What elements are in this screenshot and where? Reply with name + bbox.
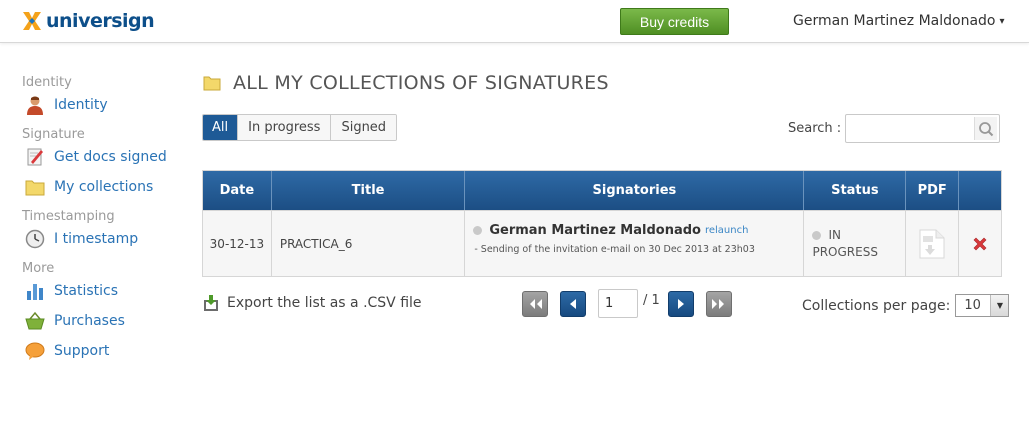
double-chevron-left-icon bbox=[530, 298, 542, 309]
cell-delete bbox=[959, 211, 1001, 276]
buy-credits-button[interactable]: Buy credits bbox=[620, 8, 729, 35]
basket-icon bbox=[24, 310, 46, 332]
user-name: German Martinez Maldonado bbox=[793, 13, 996, 29]
sidebar-item-support[interactable]: Support bbox=[22, 338, 192, 364]
sidebar-item-label: Support bbox=[54, 343, 110, 359]
cell-title[interactable]: PRACTICA_6 bbox=[272, 211, 466, 276]
chevron-down-icon: ▾ bbox=[999, 15, 1005, 27]
relaunch-link[interactable]: relaunch bbox=[705, 225, 748, 236]
user-icon bbox=[24, 94, 46, 116]
table-row[interactable]: 30-12-13 PRACTICA_6 German Martinez Mald… bbox=[203, 210, 1001, 276]
search-area: Search : bbox=[788, 114, 1001, 143]
chevron-down-icon: ▼ bbox=[990, 295, 1009, 316]
status-text-1: IN bbox=[828, 227, 841, 242]
signatory-name: German Martinez Maldonado bbox=[489, 223, 701, 238]
page-title: ALL MY COLLECTIONS OF SIGNATURES bbox=[203, 72, 609, 94]
col-status[interactable]: Status bbox=[804, 171, 907, 210]
sidebar-section-title: Timestamping bbox=[22, 209, 115, 224]
double-chevron-right-icon bbox=[711, 298, 724, 309]
sign-doc-icon bbox=[24, 146, 46, 168]
sidebar: Identity Identity Signature Get docs sig… bbox=[22, 74, 192, 372]
sidebar-item-label: Identity bbox=[54, 97, 108, 113]
logo-text: universign bbox=[46, 10, 155, 32]
filter-in-progress[interactable]: In progress bbox=[237, 115, 331, 140]
last-page-button[interactable] bbox=[705, 290, 732, 317]
signatory-line: German Martinez Maldonado relaunch bbox=[473, 223, 748, 238]
chevron-left-icon bbox=[570, 298, 576, 309]
col-actions bbox=[959, 171, 1001, 210]
collections-table: Date Title Signatories Status PDF 30-12-… bbox=[202, 170, 1002, 277]
status-dot-icon bbox=[812, 230, 822, 240]
sidebar-item-my-collections[interactable]: My collections bbox=[22, 174, 192, 200]
col-signatories: Signatories bbox=[465, 171, 805, 210]
status-dot-icon bbox=[473, 226, 483, 235]
cell-pdf bbox=[906, 211, 960, 276]
export-icon bbox=[204, 295, 218, 311]
pdf-download-icon[interactable] bbox=[918, 229, 946, 259]
cell-status: IN PROGRESS bbox=[804, 211, 907, 276]
sidebar-item-label: My collections bbox=[54, 179, 154, 195]
cell-date: 30-12-13 bbox=[203, 211, 272, 276]
sidebar-group-signature: Signature Get docs signed My collections bbox=[22, 126, 192, 200]
page-number-input[interactable]: 1 bbox=[598, 289, 638, 318]
per-page-value: 10 bbox=[964, 298, 981, 313]
search-label: Search : bbox=[788, 121, 842, 136]
sidebar-item-label: Statistics bbox=[54, 283, 118, 299]
col-date[interactable]: Date bbox=[203, 171, 272, 210]
table-header: Date Title Signatories Status PDF bbox=[203, 171, 1001, 210]
sidebar-item-label: Purchases bbox=[54, 313, 125, 329]
status-text-2: PROGRESS bbox=[812, 244, 878, 259]
chat-bubble-icon bbox=[24, 340, 46, 362]
sidebar-item-purchases[interactable]: Purchases bbox=[22, 308, 192, 334]
first-page-button[interactable] bbox=[522, 290, 548, 317]
folder-icon bbox=[203, 76, 221, 91]
col-title[interactable]: Title bbox=[272, 171, 466, 210]
filter-tabs: All In progress Signed bbox=[202, 114, 398, 141]
sidebar-item-label: I timestamp bbox=[54, 231, 139, 247]
invitation-note: - Sending of the invitation e-mail on 30… bbox=[474, 244, 755, 255]
sidebar-item-identity[interactable]: Identity bbox=[22, 92, 192, 118]
logo-mark-icon bbox=[23, 12, 41, 30]
sidebar-group-timestamping: Timestamping I timestamp bbox=[22, 208, 192, 252]
search-input[interactable] bbox=[845, 114, 1001, 143]
prev-page-button[interactable] bbox=[560, 290, 586, 317]
chevron-right-icon bbox=[677, 298, 684, 309]
search-icon bbox=[979, 121, 994, 136]
sidebar-section-title: More bbox=[22, 261, 55, 276]
sidebar-item-statistics[interactable]: Statistics bbox=[22, 278, 192, 304]
per-page-control: Collections per page: 10 ▼ bbox=[802, 294, 1010, 317]
page-title-text: ALL MY COLLECTIONS OF SIGNATURES bbox=[233, 72, 609, 94]
sidebar-section-title: Signature bbox=[22, 127, 85, 142]
page-total: / 1 bbox=[643, 293, 660, 308]
export-csv-link[interactable]: Export the list as a .CSV file bbox=[203, 294, 422, 312]
clock-icon bbox=[24, 228, 46, 250]
export-label: Export the list as a .CSV file bbox=[227, 295, 422, 311]
user-menu[interactable]: German Martinez Maldonado ▾ bbox=[793, 13, 1005, 29]
sidebar-item-i-timestamp[interactable]: I timestamp bbox=[22, 226, 192, 252]
search-button[interactable] bbox=[974, 117, 998, 140]
next-page-button[interactable] bbox=[667, 290, 694, 317]
pagination: 1 / 1 bbox=[522, 289, 732, 318]
sidebar-item-get-docs-signed[interactable]: Get docs signed bbox=[22, 144, 192, 170]
sidebar-group-identity: Identity Identity bbox=[22, 74, 192, 118]
cell-signatories: German Martinez Maldonado relaunch - Sen… bbox=[465, 211, 805, 276]
filter-all[interactable]: All bbox=[203, 115, 238, 140]
sidebar-item-label: Get docs signed bbox=[54, 149, 167, 165]
bar-chart-icon bbox=[24, 280, 46, 302]
sidebar-group-more: More Statistics Purchases Support bbox=[22, 260, 192, 364]
folder-icon bbox=[24, 176, 46, 198]
per-page-select[interactable]: 10 ▼ bbox=[955, 294, 1010, 317]
sidebar-section-title: Identity bbox=[22, 75, 72, 90]
universign-logo[interactable]: universign bbox=[21, 9, 155, 33]
col-pdf: PDF bbox=[906, 171, 960, 210]
delete-icon[interactable] bbox=[972, 236, 988, 252]
top-header: universign Buy credits German Martinez M… bbox=[0, 0, 1029, 43]
filter-signed[interactable]: Signed bbox=[330, 115, 397, 140]
per-page-label: Collections per page: bbox=[802, 297, 951, 314]
